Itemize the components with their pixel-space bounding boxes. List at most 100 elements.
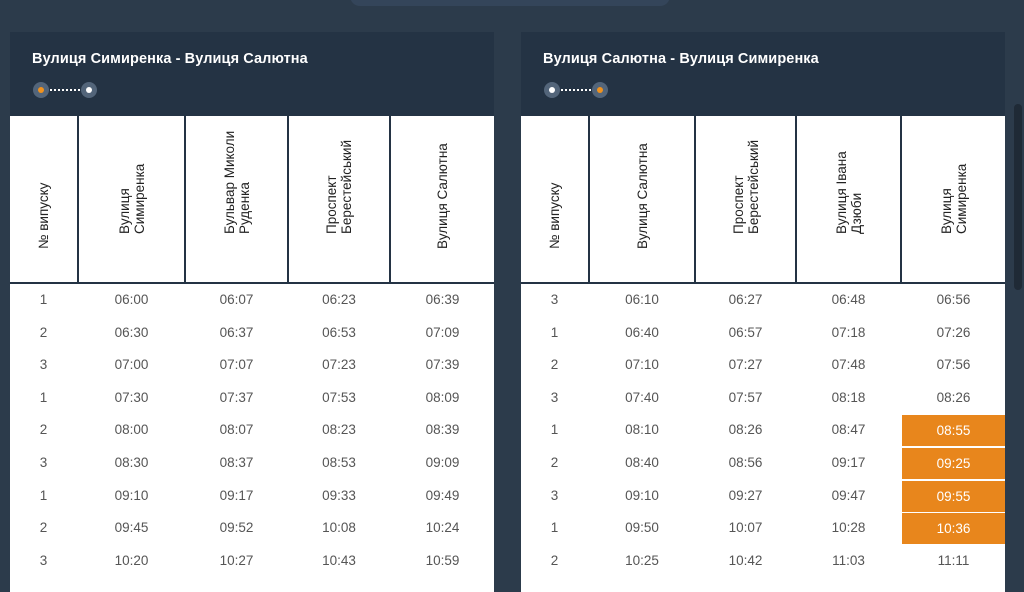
table-body: 3 06:10 06:27 06:48 06:56 1 06:40 06:57 07:18 07:…: [521, 284, 1005, 577]
departure-time-cell: 09:47: [831, 487, 866, 503]
column-header-label: Вулиця Івана Дзюби: [833, 151, 864, 234]
column-release-number-header: № випуску: [10, 116, 77, 282]
departure-time-cell: 09:25: [902, 447, 1005, 479]
departure-time-cell: 10:08: [322, 520, 356, 536]
departure-time-cell: 08:23: [322, 422, 356, 438]
departure-time-cell: 09:10: [625, 487, 659, 503]
column-stop-1-header: Вулиця Симиренка: [77, 116, 184, 282]
departure-time-cell: 06:37: [219, 324, 254, 340]
column-header-label: Вулиця Симиренка: [116, 163, 147, 234]
column-header-label: Бульвар Миколи Руденка: [221, 130, 252, 234]
table-row: 2 07:10 07:27 07:48 07:56: [521, 349, 1005, 382]
departure-time-cell: 07:53: [322, 389, 356, 405]
scrollbar[interactable]: [1014, 104, 1022, 290]
route-end-dot: [592, 82, 608, 98]
panel-title: Вулиця Салютна - Вулиця Симиренка: [543, 51, 819, 67]
route-direction-indicator: [544, 82, 608, 98]
departure-time-cell: 07:09: [425, 324, 460, 340]
departure-time-cell: 10:24: [425, 520, 460, 536]
departure-time-cell: 10:25: [625, 552, 659, 568]
departure-time-cell: 06:57: [728, 324, 763, 340]
departure-time-cell: 10:27: [219, 552, 254, 568]
departure-time-cell: 09:10: [114, 487, 149, 503]
column-release-number-header: № випуску: [521, 116, 588, 282]
departure-time-cell: 08:26: [728, 422, 763, 438]
departure-time-cell: 06:10: [625, 292, 659, 307]
departure-time-cell: 08:37: [219, 454, 254, 470]
departure-time-cell: 08:18: [831, 389, 866, 405]
departure-time-cell: 08:47: [831, 422, 866, 438]
departure-time-cell: 06:00: [114, 292, 149, 307]
column-header-label: Вулиця Симиренка: [938, 163, 969, 234]
route-end-dot: [81, 82, 97, 98]
departure-time-cell: 06:48: [831, 292, 866, 307]
departure-time-cell: 11:03: [832, 552, 865, 568]
release-number-cell: 3: [550, 389, 559, 405]
table-row: 3 09:10 09:27 09:47 09:55: [521, 480, 1005, 513]
column-stop-4-header: Вулиця Салютна: [389, 116, 494, 282]
departure-time-cell: 06:07: [219, 292, 254, 307]
release-number-cell: 1: [39, 292, 48, 307]
departure-time-cell: 06:27: [728, 292, 763, 307]
table-row: 1 09:50 10:07 10:28 10:36: [521, 512, 1005, 545]
departure-time-cell: 06:30: [114, 324, 149, 340]
column-stop-3-header: Вулиця Івана Дзюби: [795, 116, 900, 282]
schedule-panel-forward: Вулиця Симиренка - Вулиця Салютна № випу…: [10, 32, 494, 592]
table-row: 2 08:40 08:56 09:17 09:25: [521, 447, 1005, 480]
column-stop-4-header: Вулиця Симиренка: [900, 116, 1005, 282]
table-row: 1 08:10 08:26 08:47 08:55: [521, 414, 1005, 447]
release-number-cell: 3: [39, 552, 48, 568]
route-direction-indicator: [33, 82, 97, 98]
departure-time-cell: 08:30: [114, 454, 149, 470]
table-row: 2 09:45 09:52 10:08 10:24: [10, 512, 494, 545]
release-number-cell: 1: [39, 389, 48, 405]
departure-time-cell: 07:30: [114, 389, 149, 405]
panel-title: Вулиця Симиренка - Вулиця Салютна: [32, 51, 308, 67]
departure-time-cell: 09:52: [219, 520, 254, 536]
departure-time-cell: 10:59: [425, 552, 460, 568]
departure-time-cell: 06:40: [625, 324, 659, 340]
schedule-panel-return: Вулиця Салютна - Вулиця Симиренка № випу…: [521, 32, 1005, 592]
column-header-label: № випуску: [547, 182, 562, 249]
departure-time-cell: 08:26: [936, 389, 971, 405]
column-header-label: Вулиця Салютна: [634, 143, 650, 249]
departure-time-cell: 10:20: [114, 552, 149, 568]
departure-time-cell: 07:10: [625, 357, 659, 373]
release-number-cell: 1: [550, 324, 559, 340]
column-stop-1-header: Вулиця Салютна: [588, 116, 694, 282]
column-stop-3-header: Проспект Берестейський: [287, 116, 389, 282]
departure-time-cell: 07:00: [114, 357, 149, 373]
departure-time-cell: 08:00: [114, 422, 149, 438]
departure-time-cell: 08:40: [625, 454, 659, 470]
table-row: 3 10:20 10:27 10:43 10:59: [10, 545, 494, 578]
departure-time-cell: 08:55: [902, 415, 1005, 447]
release-number-cell: 3: [550, 487, 559, 503]
release-number-cell: 2: [39, 422, 48, 438]
route-dotted-line: [50, 89, 80, 91]
departure-time-cell: 09:17: [831, 454, 866, 470]
release-number-cell: 2: [39, 324, 48, 340]
release-number-cell: 1: [550, 520, 559, 536]
table-body: 1 06:00 06:07 06:23 06:39 2 06:30 06:37 06:53 07:…: [10, 284, 494, 577]
departure-time-cell: 06:56: [936, 292, 971, 307]
departure-time-cell: 10:43: [322, 552, 356, 568]
departure-time-cell: 06:53: [322, 324, 356, 340]
departure-time-cell: 08:53: [322, 454, 356, 470]
table-row: 3 07:40 07:57 08:18 08:26: [521, 382, 1005, 415]
column-header-label: Проспект Берестейський: [730, 140, 761, 234]
departure-time-cell: 09:33: [322, 487, 356, 503]
departure-time-cell: 09:09: [425, 454, 460, 470]
departure-time-cell: 08:39: [425, 422, 460, 438]
release-number-cell: 1: [39, 487, 48, 503]
table-row: 2 08:00 08:07 08:23 08:39: [10, 414, 494, 447]
departure-time-cell: 09:50: [625, 520, 659, 536]
departure-time-cell: 06:23: [322, 292, 356, 307]
column-header-label: Проспект Берестейський: [324, 140, 354, 234]
departure-time-cell: 08:09: [425, 389, 460, 405]
route-dotted-line: [561, 89, 591, 91]
route-start-dot: [544, 82, 560, 98]
table-row: 2 06:30 06:37 06:53 07:09: [10, 317, 494, 350]
release-number-cell: 1: [550, 422, 559, 438]
departure-time-cell: 09:55: [902, 480, 1005, 512]
panel-header: Вулиця Симиренка - Вулиця Салютна: [10, 32, 494, 116]
